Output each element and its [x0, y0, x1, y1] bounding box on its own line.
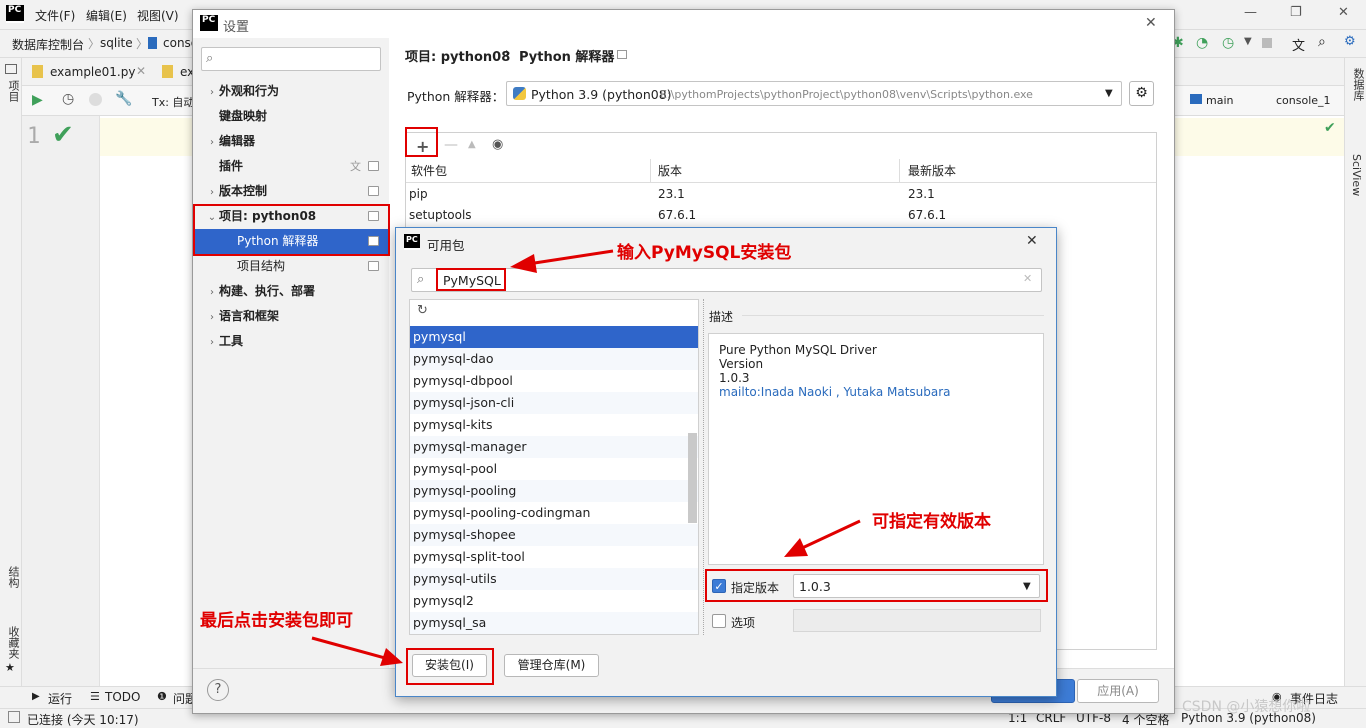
- arrow-install: [311, 636, 386, 660]
- annotation-arrows: [311, 249, 861, 666]
- watermark: CSDN @小猿想你啦: [1182, 699, 1311, 715]
- arrow-search: [527, 249, 614, 266]
- arrow-version: [799, 519, 861, 551]
